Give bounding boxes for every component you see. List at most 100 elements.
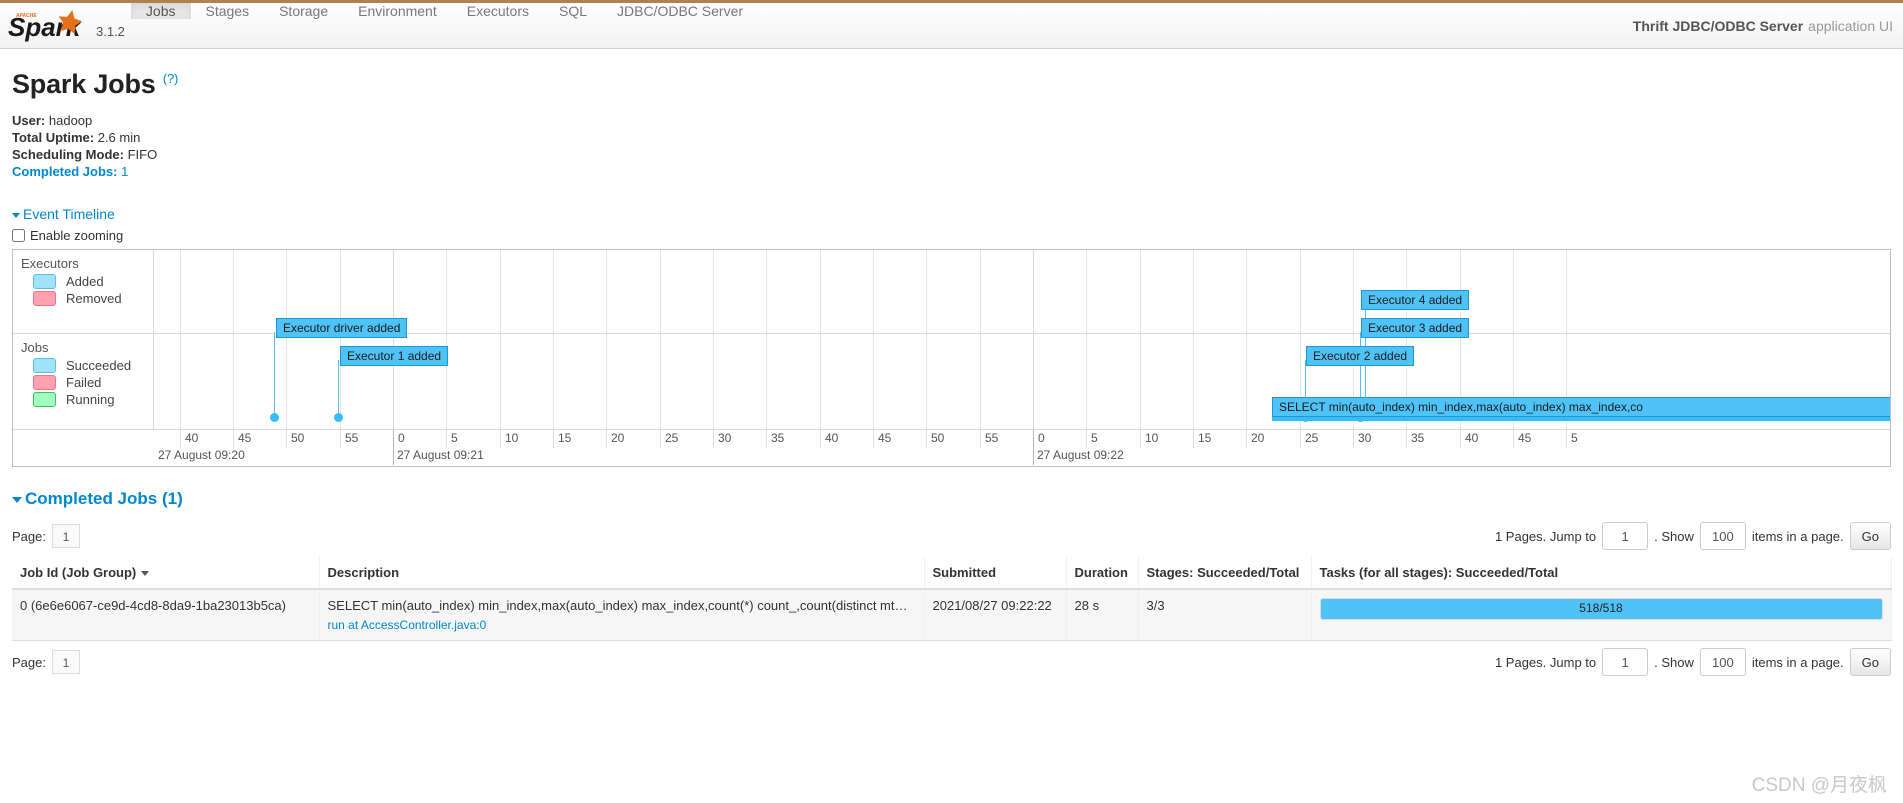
- timeline-axis-tick: 5: [1086, 430, 1098, 448]
- timeline-gridline: [606, 250, 607, 430]
- page-size-input-bottom[interactable]: [1699, 648, 1746, 676]
- timeline-axis-tick: 5: [1566, 430, 1578, 448]
- timeline-gridline: [820, 250, 821, 430]
- summary-label-completed-jobs: Completed Jobs:: [12, 164, 118, 179]
- column-label-job-id: Job Id (Job Group): [20, 565, 137, 580]
- timeline-event-dot[interactable]: [270, 413, 279, 422]
- tasks-progress-bar: 518/518: [1319, 598, 1883, 620]
- event-timeline-toggle[interactable]: Event Timeline: [12, 206, 115, 222]
- cell-job-id: 0 (6e6e6067-ce9d-4cd8-8da9-1ba23013b5ca): [12, 589, 320, 641]
- description-text: SELECT min(auto_index) min_index,max(aut…: [327, 598, 916, 613]
- summary-item-completed-jobs[interactable]: Completed Jobs: 1: [12, 163, 1891, 180]
- table-row[interactable]: 0 (6e6e6067-ce9d-4cd8-8da9-1ba23013b5ca)…: [12, 589, 1892, 641]
- timeline-axis-tick: 50: [926, 430, 944, 448]
- column-header-tasks[interactable]: Tasks (for all stages): Succeeded/Total: [1311, 557, 1892, 590]
- csdn-watermark: CSDN @月夜枫: [1751, 775, 1887, 796]
- page-size-input-top[interactable]: [1699, 522, 1746, 550]
- timeline-axis-tick: 50: [286, 430, 304, 448]
- jump-to-input-bottom[interactable]: [1602, 648, 1649, 676]
- cell-tasks: 518/518: [1311, 589, 1892, 641]
- legend-item-executor-removed: Removed: [33, 291, 145, 306]
- pagination-top: Page: 1 1 Pages. Jump to . Show items in…: [12, 519, 1891, 553]
- timeline-event-1[interactable]: Executor driver added: [276, 318, 408, 338]
- timeline-gridline: [926, 250, 927, 430]
- legend-label-running: Running: [66, 392, 115, 407]
- timeline-axis-tick: 35: [1406, 430, 1424, 448]
- legend-item-job-running: Running: [33, 392, 145, 407]
- tasks-progress-label: 518/518: [1579, 601, 1623, 615]
- items-text-bottom: items in a page.: [1751, 654, 1844, 670]
- timeline-axis-tick: 30: [713, 430, 731, 448]
- timeline-gridline: [766, 250, 767, 430]
- timeline-axis-tick: 25: [660, 430, 678, 448]
- chevron-down-icon-completed-jobs: [12, 496, 22, 503]
- summary-value-scheduling-mode: FIFO: [127, 147, 158, 162]
- page-number-box-bottom[interactable]: 1: [51, 650, 80, 674]
- chevron-down-icon: [12, 212, 20, 218]
- jump-to-input-top[interactable]: [1602, 522, 1649, 550]
- timeline-event-dot[interactable]: [334, 413, 343, 422]
- page-number-box-top[interactable]: 1: [51, 524, 80, 548]
- pages-text-bottom: 1 Pages. Jump to: [1494, 654, 1597, 670]
- legend-label-removed: Removed: [66, 291, 122, 306]
- timeline-axis-tick: 25: [1300, 430, 1318, 448]
- timeline-event-2[interactable]: Executor 1 added: [340, 346, 449, 366]
- timeline-job-label[interactable]: SELECT min(auto_index) min_index,max(aut…: [1272, 397, 1890, 417]
- table-header-row: Job Id (Job Group) Description Submitted…: [12, 557, 1892, 590]
- legend-item-job-failed: Failed: [33, 375, 145, 390]
- timeline-gridline: [1140, 250, 1141, 430]
- nav-item-executors[interactable]: Executors: [452, 3, 544, 19]
- summary-label-total-uptime: Total Uptime:: [12, 130, 95, 145]
- timeline-gridline: [393, 250, 394, 430]
- summary-value-completed-jobs: 1: [121, 164, 129, 179]
- summary-label-user: User:: [12, 113, 46, 128]
- column-header-job-id[interactable]: Job Id (Job Group): [12, 557, 320, 590]
- column-header-description[interactable]: Description: [319, 557, 925, 590]
- timeline-gridline: [233, 250, 234, 430]
- timeline-axis-date-label: 27 August 09:20: [158, 448, 245, 462]
- nav-item-jobs[interactable]: Jobs: [130, 3, 191, 19]
- column-header-stages[interactable]: Stages: Succeeded/Total: [1138, 557, 1312, 590]
- legend-title-jobs: Jobs: [21, 340, 49, 355]
- cell-duration: 28 s: [1066, 589, 1139, 641]
- nav-item-jdbc-odbc-server[interactable]: JDBC/ODBC Server: [602, 3, 758, 19]
- enable-zooming-checkbox[interactable]: [12, 229, 25, 242]
- column-header-duration[interactable]: Duration: [1066, 557, 1139, 590]
- nav-item-storage[interactable]: Storage: [264, 3, 343, 19]
- app-title: Thrift JDBC/ODBC Server application UI: [1633, 3, 1903, 48]
- completed-jobs-section-toggle[interactable]: Completed Jobs (1): [12, 489, 1891, 509]
- app-name-label: Thrift JDBC/ODBC Server: [1632, 17, 1804, 34]
- summary-item-user: User: hadoop: [12, 112, 1891, 129]
- spark-logo-link[interactable]: Spark APACHE 3.1.2: [0, 3, 131, 48]
- nav-item-sql[interactable]: SQL: [544, 3, 602, 19]
- pagination-controls-top: 1 Pages. Jump to . Show items in a page.…: [1495, 522, 1891, 550]
- description-stage-link[interactable]: run at AccessController.java:0: [328, 618, 916, 632]
- timeline-event-4[interactable]: Executor 3 added: [1361, 318, 1470, 338]
- sort-desc-icon: [141, 571, 150, 577]
- timeline-event-5[interactable]: Executor 4 added: [1361, 290, 1470, 310]
- help-icon[interactable]: (?): [163, 71, 179, 86]
- timeline-event-3[interactable]: Executor 2 added: [1306, 346, 1415, 366]
- legend-item-job-succeeded: Succeeded: [33, 358, 145, 373]
- timeline-job-bar[interactable]: [1272, 417, 1890, 421]
- timeline-event-stem: [274, 332, 275, 415]
- completed-jobs-section-title: Completed Jobs (1): [25, 489, 183, 508]
- nav-item-environment[interactable]: Environment: [343, 3, 452, 19]
- legend-swatch-succeeded: [33, 358, 56, 373]
- timeline-gridline: [1033, 250, 1034, 430]
- column-header-submitted[interactable]: Submitted: [924, 557, 1067, 590]
- go-button-top[interactable]: Go: [1849, 522, 1891, 550]
- event-timeline-chart[interactable]: Executors Added Removed Jobs Succeeded F…: [12, 249, 1891, 467]
- nav-item-stages[interactable]: Stages: [191, 3, 265, 19]
- legend-swatch-running: [33, 392, 56, 407]
- pagination-controls-bottom: 1 Pages. Jump to . Show items in a page.…: [1495, 648, 1891, 676]
- legend-label-added: Added: [66, 274, 104, 289]
- event-timeline-label: Event Timeline: [23, 206, 115, 222]
- cell-stages: 3/3: [1138, 589, 1312, 641]
- page-title: Spark Jobs (?): [12, 69, 1891, 100]
- timeline-gridline: [660, 250, 661, 430]
- timeline-gridline: [1086, 250, 1087, 430]
- completed-jobs-table: Job Id (Job Group) Description Submitted…: [12, 557, 1892, 641]
- go-button-bottom[interactable]: Go: [1849, 648, 1891, 676]
- legend-item-executor-added: Added: [33, 274, 145, 289]
